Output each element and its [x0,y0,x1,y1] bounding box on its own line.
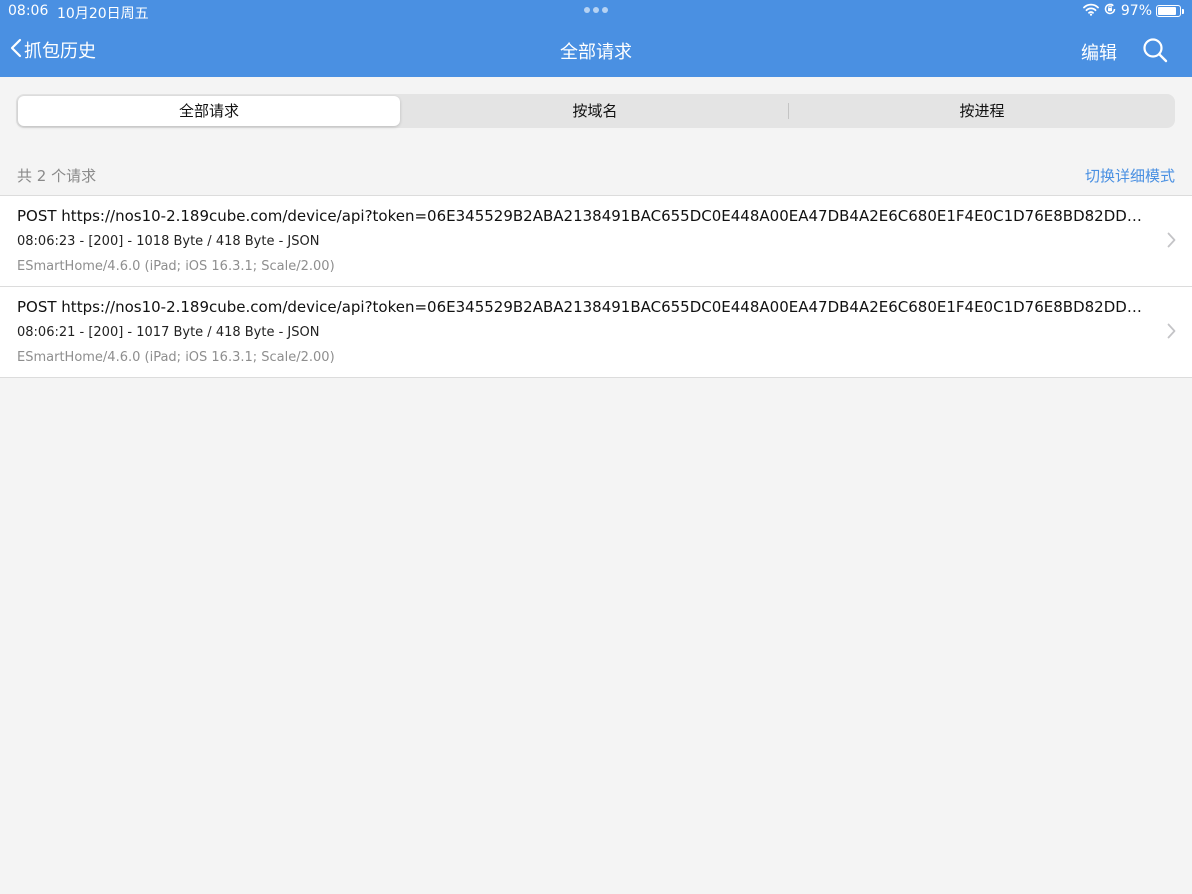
segment-by-process[interactable]: 按进程 [789,94,1175,128]
segment-all-requests[interactable]: 全部请求 [18,96,400,126]
toggle-detail-mode-button[interactable]: 切换详细模式 [1085,165,1175,186]
request-user-agent: ESmartHome/4.6.0 (iPad; iOS 16.3.1; Scal… [17,259,335,274]
request-count: 共 2 个请求 [17,167,97,185]
status-time: 08:06 [8,3,49,19]
list-item[interactable]: POST https://nos10-2.189cube.com/device/… [0,286,1192,377]
wifi-icon [1082,3,1099,20]
chevron-right-icon [1167,323,1176,343]
navigation-bar: 08:06 10月20日周五 97% 抓包历史 全部请求 编辑 [0,0,1192,77]
edit-button[interactable]: 编辑 [1081,39,1117,65]
search-icon[interactable] [1142,37,1168,67]
battery-tip [1182,8,1184,14]
page-title: 全部请求 [560,42,632,63]
request-meta: 08:06:23 - [200] - 1018 Byte / 418 Byte … [17,234,320,249]
filter-segmented-control: 全部请求 按域名 按进程 [16,94,1175,128]
battery-icon [1156,5,1181,17]
orientation-lock-icon [1103,2,1117,20]
segment-by-domain[interactable]: 按域名 [402,94,788,128]
list-item[interactable]: POST https://nos10-2.189cube.com/device/… [0,196,1192,286]
request-meta: 08:06:21 - [200] - 1017 Byte / 418 Byte … [17,325,320,340]
request-user-agent: ESmartHome/4.6.0 (iPad; iOS 16.3.1; Scal… [17,350,335,365]
status-indicators: 97% [1082,2,1184,20]
request-list: POST https://nos10-2.189cube.com/device/… [0,195,1192,378]
request-url: POST https://nos10-2.189cube.com/device/… [17,207,1142,225]
battery-level-fill [1158,7,1177,15]
battery-percent: 97% [1120,3,1152,19]
chevron-right-icon [1167,232,1176,252]
request-url: POST https://nos10-2.189cube.com/device/… [17,298,1142,316]
multitasking-dots-icon[interactable] [584,7,608,13]
status-date: 10月20日周五 [57,6,149,22]
